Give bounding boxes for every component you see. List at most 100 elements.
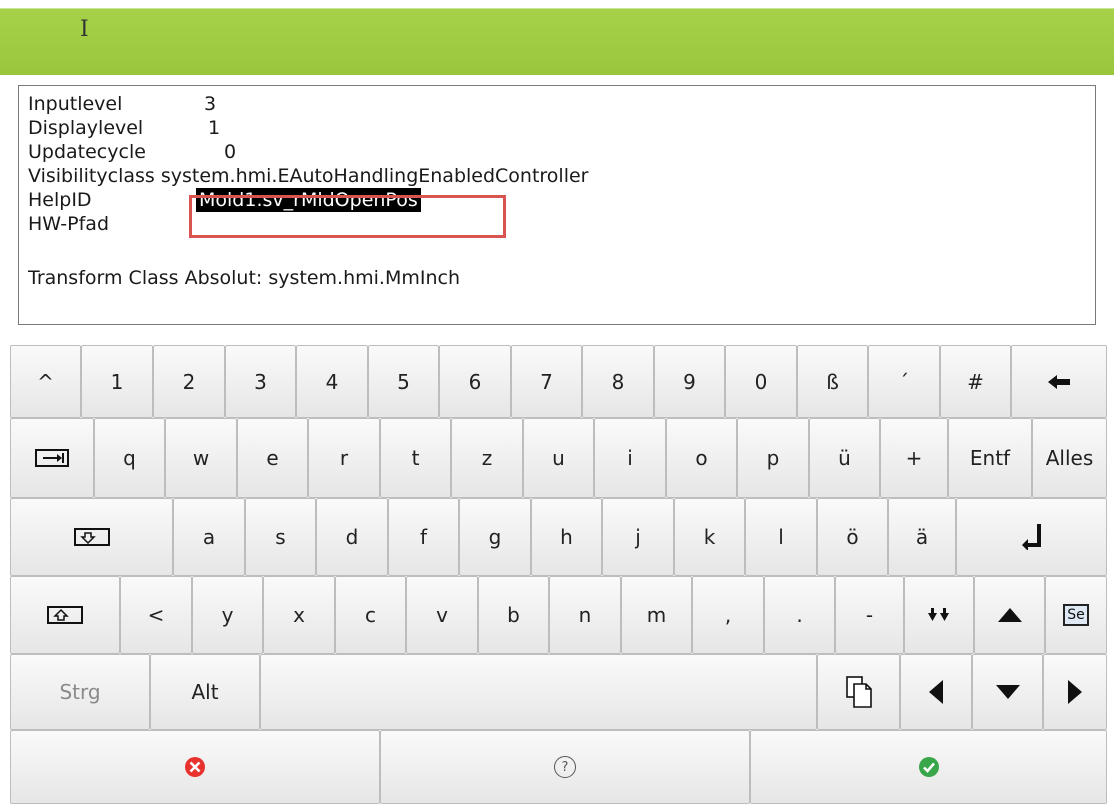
key-k[interactable]: k: [674, 498, 745, 576]
info-label: Updatecycle: [28, 141, 146, 163]
key-8[interactable]: 8: [582, 345, 654, 418]
key-o-umlaut[interactable]: ö: [817, 498, 888, 576]
tab-key[interactable]: [10, 418, 94, 498]
key-q[interactable]: q: [94, 418, 165, 498]
arrow-down-icon: [995, 685, 1020, 699]
info-label: Visibilityclass: [28, 165, 155, 187]
arrow-up-key[interactable]: [974, 576, 1045, 654]
arrow-down-key[interactable]: [972, 654, 1043, 730]
key-5[interactable]: 5: [368, 345, 439, 418]
transform-class-line: Transform Class Absolut: system.hmi.MmIn…: [28, 267, 460, 289]
key-z[interactable]: z: [451, 418, 523, 498]
key-2[interactable]: 2: [153, 345, 225, 418]
info-label: Displaylevel: [28, 117, 144, 139]
key-d[interactable]: d: [316, 498, 388, 576]
key-less-than[interactable]: <: [120, 576, 192, 654]
double-down-arrow-icon: [928, 608, 949, 621]
key-acute[interactable]: ´: [868, 345, 940, 418]
cancel-button[interactable]: [10, 730, 380, 804]
alt-key[interactable]: Alt: [150, 654, 260, 730]
info-row-hw-pfad: HW-Pfad: [28, 212, 109, 236]
shift-icon: [47, 606, 83, 624]
backspace-arrow-icon: [1048, 374, 1070, 389]
key-f[interactable]: f: [388, 498, 459, 576]
key-l[interactable]: l: [745, 498, 817, 576]
help-button[interactable]: ?: [380, 730, 750, 804]
key-7[interactable]: 7: [511, 345, 582, 418]
key-9[interactable]: 9: [654, 345, 725, 418]
key-a-umlaut[interactable]: ä: [888, 498, 956, 576]
title-bar: I: [0, 8, 1114, 75]
shift-key-left[interactable]: [10, 576, 120, 654]
info-row-displaylevel: Displaylevel 1: [28, 116, 220, 140]
info-value: 0: [224, 141, 237, 163]
key-e[interactable]: e: [237, 418, 308, 498]
key-i[interactable]: i: [594, 418, 666, 498]
strg-key[interactable]: Strg: [10, 654, 150, 730]
key-0[interactable]: 0: [725, 345, 797, 418]
key-c[interactable]: c: [335, 576, 406, 654]
arrow-right-key[interactable]: [1043, 654, 1107, 730]
info-value: 1: [208, 117, 221, 139]
key-g[interactable]: g: [459, 498, 531, 576]
key-6[interactable]: 6: [439, 345, 511, 418]
cancel-icon: [185, 757, 205, 777]
key-w[interactable]: w: [165, 418, 237, 498]
alles-key[interactable]: Alles: [1032, 418, 1107, 498]
helpid-value[interactable]: Mold1.sv_rMldOpenPos: [196, 188, 421, 212]
help-icon: ?: [554, 756, 576, 778]
key-r[interactable]: r: [308, 418, 380, 498]
info-row-helpid: HelpID Mold1.sv_rMldOpenPos: [28, 188, 421, 212]
info-label: HW-Pfad: [28, 213, 110, 235]
info-value: system.hmi.EAutoHandlingEnabledControlle…: [160, 165, 589, 187]
info-value: 3: [204, 93, 217, 115]
select-key[interactable]: Se: [1045, 576, 1107, 654]
key-v[interactable]: v: [406, 576, 478, 654]
key-minus[interactable]: -: [835, 576, 904, 654]
confirm-icon: [918, 757, 939, 777]
tab-icon: [35, 449, 69, 467]
arrow-left-key[interactable]: [900, 654, 972, 730]
key-comma[interactable]: ,: [692, 576, 764, 654]
select-icon: Se: [1063, 604, 1089, 626]
key-a[interactable]: a: [173, 498, 245, 576]
key-h[interactable]: h: [531, 498, 602, 576]
key-n[interactable]: n: [549, 576, 621, 654]
confirm-button[interactable]: [750, 730, 1107, 804]
caps-lock-key[interactable]: [10, 498, 173, 576]
key-y[interactable]: y: [192, 576, 263, 654]
page-down-key[interactable]: [904, 576, 974, 654]
space-key[interactable]: [260, 654, 817, 730]
info-row-updatecycle: Updatecycle 0: [28, 140, 236, 164]
key-u-umlaut[interactable]: ü: [809, 418, 880, 498]
key-plus[interactable]: +: [880, 418, 948, 498]
paste-key[interactable]: [817, 654, 900, 730]
key-period[interactable]: .: [764, 576, 835, 654]
info-row-inputlevel: Inputlevel 3: [28, 92, 216, 116]
key-1[interactable]: 1: [81, 345, 153, 418]
arrow-left-icon: [929, 680, 943, 704]
key-o[interactable]: o: [666, 418, 737, 498]
caps-lock-icon: [73, 528, 110, 546]
info-label: HelpID: [28, 189, 92, 211]
key-caret[interactable]: ^: [10, 345, 81, 418]
text-cursor-icon: I: [80, 17, 89, 42]
entf-key[interactable]: Entf: [948, 418, 1032, 498]
key-4[interactable]: 4: [296, 345, 368, 418]
arrow-right-icon: [1068, 680, 1082, 704]
key-eszett[interactable]: ß: [797, 345, 868, 418]
key-p[interactable]: p: [737, 418, 809, 498]
enter-key[interactable]: [956, 498, 1107, 576]
key-m[interactable]: m: [621, 576, 692, 654]
key-b[interactable]: b: [478, 576, 549, 654]
enter-icon: [1021, 524, 1041, 550]
backspace-key[interactable]: [1011, 345, 1107, 418]
key-x[interactable]: x: [263, 576, 335, 654]
key-t[interactable]: t: [380, 418, 451, 498]
key-3[interactable]: 3: [225, 345, 296, 418]
info-panel: Inputlevel 3 Displaylevel 1 Updatecycle …: [18, 85, 1096, 325]
key-s[interactable]: s: [245, 498, 316, 576]
key-j[interactable]: j: [602, 498, 674, 576]
key-hash[interactable]: #: [940, 345, 1011, 418]
key-u[interactable]: u: [523, 418, 594, 498]
